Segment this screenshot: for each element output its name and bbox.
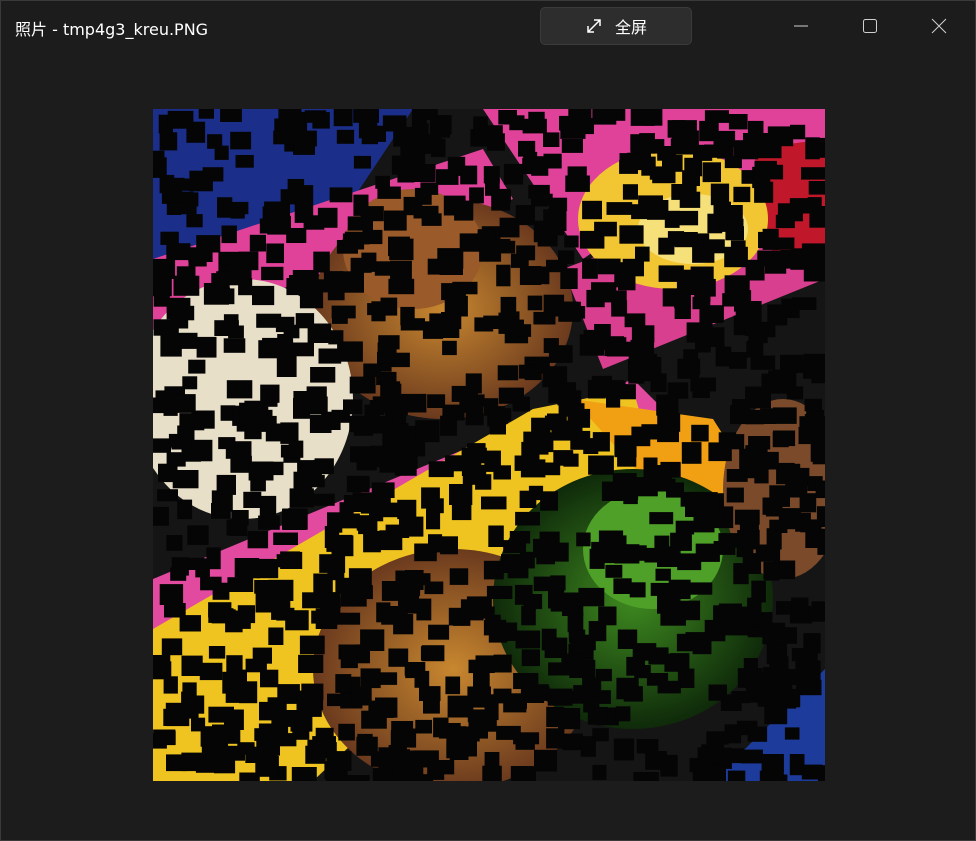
minimize-button[interactable] (778, 1, 824, 51)
window-title: 照片 - tmp4g3_kreu.PNG (15, 20, 209, 39)
displayed-photo (153, 109, 825, 781)
fullscreen-label: 全屏 (614, 18, 647, 37)
maximize-button[interactable] (847, 1, 893, 51)
close-button[interactable] (916, 1, 962, 51)
fullscreen-button[interactable]: 全屏 (540, 7, 692, 45)
title-bar[interactable]: 照片 - tmp4g3_kreu.PNG 全屏 (1, 1, 975, 51)
minimize-icon (794, 25, 808, 27)
photo-image (153, 109, 825, 781)
photos-window: 照片 - tmp4g3_kreu.PNG 全屏 (0, 0, 976, 841)
close-icon (931, 18, 947, 34)
expand-diagonal-icon (587, 19, 601, 33)
maximize-icon (863, 19, 877, 33)
